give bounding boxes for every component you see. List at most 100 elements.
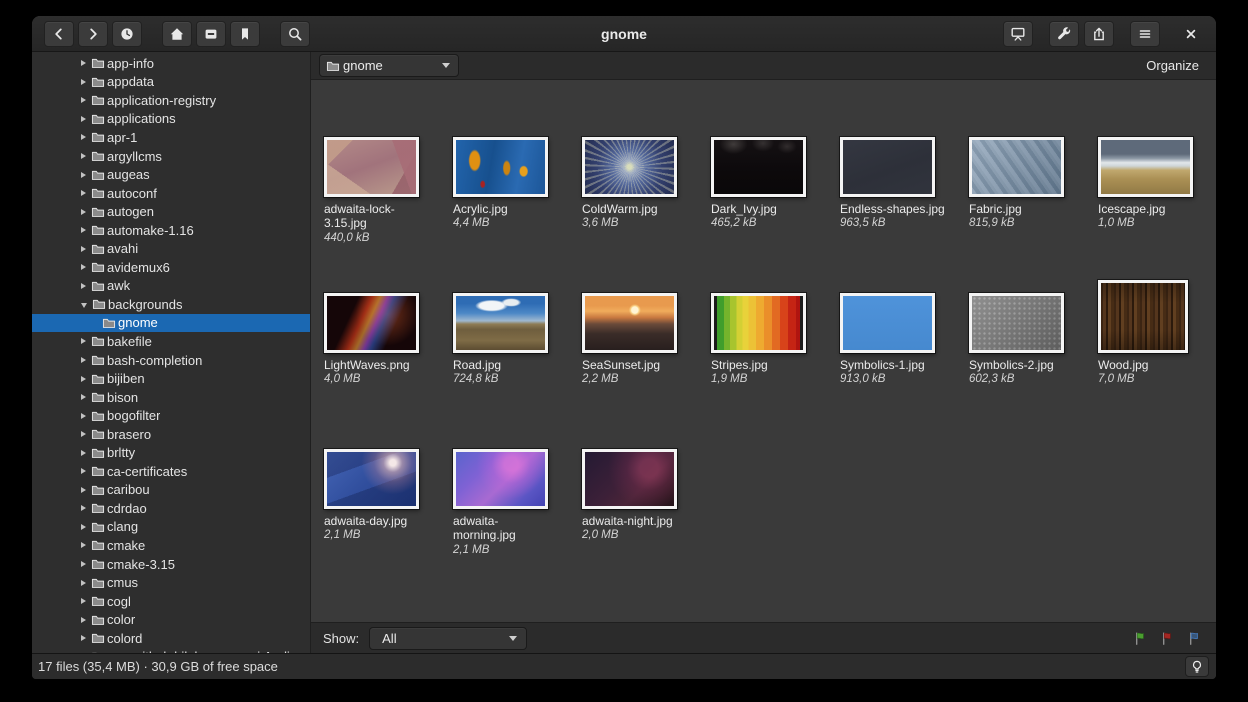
sidebar-folder-item[interactable]: awk: [32, 277, 310, 296]
expander-icon[interactable]: [81, 505, 86, 511]
expander-icon[interactable]: [81, 134, 86, 140]
sidebar-folder-item[interactable]: apr-1: [32, 128, 310, 147]
expander-icon[interactable]: [81, 487, 86, 493]
sidebar-folder-item[interactable]: clang: [32, 518, 310, 537]
sidebar-folder-item[interactable]: cogl: [32, 592, 310, 611]
file-item[interactable]: SeaSunset.jpg 2,2 MB: [582, 285, 711, 441]
expander-icon[interactable]: [81, 338, 86, 344]
sidebar-folder-item[interactable]: argyllcms: [32, 147, 310, 166]
expander-icon[interactable]: [81, 617, 86, 623]
file-item[interactable]: Endless-shapes.jpg 963,5 kB: [840, 129, 969, 285]
sidebar-folder-item[interactable]: brltty: [32, 443, 310, 462]
back-button[interactable]: [44, 21, 74, 47]
sidebar-folder-item[interactable]: bash-completion: [32, 351, 310, 370]
file-item[interactable]: Dark_Ivy.jpg 465,2 kB: [711, 129, 840, 285]
hint-button[interactable]: [1185, 656, 1209, 677]
sidebar-folder-item[interactable]: appdata: [32, 73, 310, 92]
expander-icon[interactable]: [81, 598, 86, 604]
file-item[interactable]: adwaita-night.jpg 2,0 MB: [582, 441, 711, 597]
sidebar-folder-item[interactable]: autogen: [32, 202, 310, 221]
sidebar-folder-item[interactable]: application-registry: [32, 91, 310, 110]
expander-icon[interactable]: [81, 450, 86, 456]
sidebar-folder-item[interactable]: bijiben: [32, 369, 310, 388]
home-button[interactable]: [162, 21, 192, 47]
blue-flag-button[interactable]: [1187, 631, 1202, 646]
file-item[interactable]: Road.jpg 724,8 kB: [453, 285, 582, 441]
expander-icon[interactable]: [81, 209, 86, 215]
organize-button[interactable]: Organize: [1142, 56, 1203, 75]
sidebar-folder-item[interactable]: backgrounds: [32, 295, 310, 314]
expander-icon[interactable]: [81, 172, 86, 178]
expander-icon[interactable]: [81, 413, 86, 419]
forward-button[interactable]: [78, 21, 108, 47]
expander-icon[interactable]: [81, 542, 86, 548]
folder-location-dropdown[interactable]: gnome: [319, 54, 459, 77]
share-button[interactable]: [1084, 21, 1114, 47]
file-item[interactable]: Icescape.jpg 1,0 MB: [1098, 129, 1216, 285]
file-item[interactable]: Fabric.jpg 815,9 kB: [969, 129, 1098, 285]
storage-drive-button[interactable]: [196, 21, 226, 47]
file-item[interactable]: Wood.jpg 7,0 MB: [1098, 285, 1216, 441]
sidebar-folder-item[interactable]: avahi: [32, 239, 310, 258]
sidebar-folder-item[interactable]: augeas: [32, 165, 310, 184]
tools-button[interactable]: [1049, 21, 1079, 47]
expander-icon[interactable]: [81, 116, 86, 122]
sidebar-folder-item[interactable]: applications: [32, 110, 310, 129]
sidebar-folder-item[interactable]: caribou: [32, 481, 310, 500]
file-item[interactable]: Symbolics-1.jpg 913,0 kB: [840, 285, 969, 441]
sidebar-folder-item[interactable]: brasero: [32, 425, 310, 444]
expander-icon[interactable]: [81, 468, 86, 474]
titlebar[interactable]: gnome: [32, 16, 1216, 52]
show-filter-dropdown[interactable]: All: [369, 627, 527, 650]
expander-icon[interactable]: [81, 524, 86, 530]
menu-button[interactable]: [1130, 21, 1160, 47]
sidebar-folder-item[interactable]: bakefile: [32, 332, 310, 351]
file-item[interactable]: adwaita-lock-3.15.jpg 440,0 kB: [324, 129, 453, 285]
file-item[interactable]: Acrylic.jpg 4,4 MB: [453, 129, 582, 285]
expander-icon[interactable]: [81, 376, 86, 382]
bookmarks-button[interactable]: [230, 21, 260, 47]
expander-icon[interactable]: [81, 190, 86, 196]
file-item[interactable]: LightWaves.png 4,0 MB: [324, 285, 453, 441]
expander-icon[interactable]: [81, 357, 86, 363]
sidebar-folder-item[interactable]: automake-1.16: [32, 221, 310, 240]
sidebar-folder-item[interactable]: cmake-3.15: [32, 555, 310, 574]
file-item[interactable]: Symbolics-2.jpg 602,3 kB: [969, 285, 1098, 441]
sidebar-folder-item[interactable]: ca-certificates: [32, 462, 310, 481]
expander-icon[interactable]: [81, 580, 86, 586]
sidebar-folder-item[interactable]: color: [32, 610, 310, 629]
expander-icon[interactable]: [81, 79, 86, 85]
expander-icon[interactable]: [81, 246, 86, 252]
sidebar-folder-item[interactable]: autoconf: [32, 184, 310, 203]
sidebar-folder-item[interactable]: gnome: [32, 314, 310, 333]
sidebar-folder-item[interactable]: app-info: [32, 54, 310, 73]
expander-icon[interactable]: [81, 561, 86, 567]
close-button[interactable]: [1176, 21, 1206, 47]
expander-icon[interactable]: [81, 97, 86, 103]
sidebar-folder-item[interactable]: bison: [32, 388, 310, 407]
expander-icon[interactable]: [81, 264, 86, 270]
expander-icon[interactable]: [81, 303, 87, 308]
file-item[interactable]: adwaita-day.jpg 2,1 MB: [324, 441, 453, 597]
green-flag-button[interactable]: [1133, 631, 1148, 646]
sidebar-folder-item[interactable]: cmake: [32, 536, 310, 555]
file-item[interactable]: adwaita-morning.jpg 2,1 MB: [453, 441, 582, 597]
sidebar-folder-item[interactable]: colord: [32, 629, 310, 648]
expander-icon[interactable]: [81, 394, 86, 400]
file-item[interactable]: Stripes.jpg 1,9 MB: [711, 285, 840, 441]
history-button[interactable]: [112, 21, 142, 47]
sidebar-folder-item[interactable]: bogofilter: [32, 406, 310, 425]
red-flag-button[interactable]: [1160, 631, 1175, 646]
expander-icon[interactable]: [81, 635, 86, 641]
expander-icon[interactable]: [81, 431, 86, 437]
expander-icon[interactable]: [81, 153, 86, 159]
slideshow-button[interactable]: [1003, 21, 1033, 47]
sidebar-folder-item[interactable]: cmus: [32, 573, 310, 592]
sidebar-folder-item[interactable]: avidemux6: [32, 258, 310, 277]
expander-icon[interactable]: [81, 227, 86, 233]
search-button[interactable]: [280, 21, 310, 47]
file-item[interactable]: ColdWarm.jpg 3,6 MB: [582, 129, 711, 285]
expander-icon[interactable]: [81, 60, 86, 66]
sidebar-folder-item[interactable]: cdrdao: [32, 499, 310, 518]
expander-icon[interactable]: [81, 283, 86, 289]
